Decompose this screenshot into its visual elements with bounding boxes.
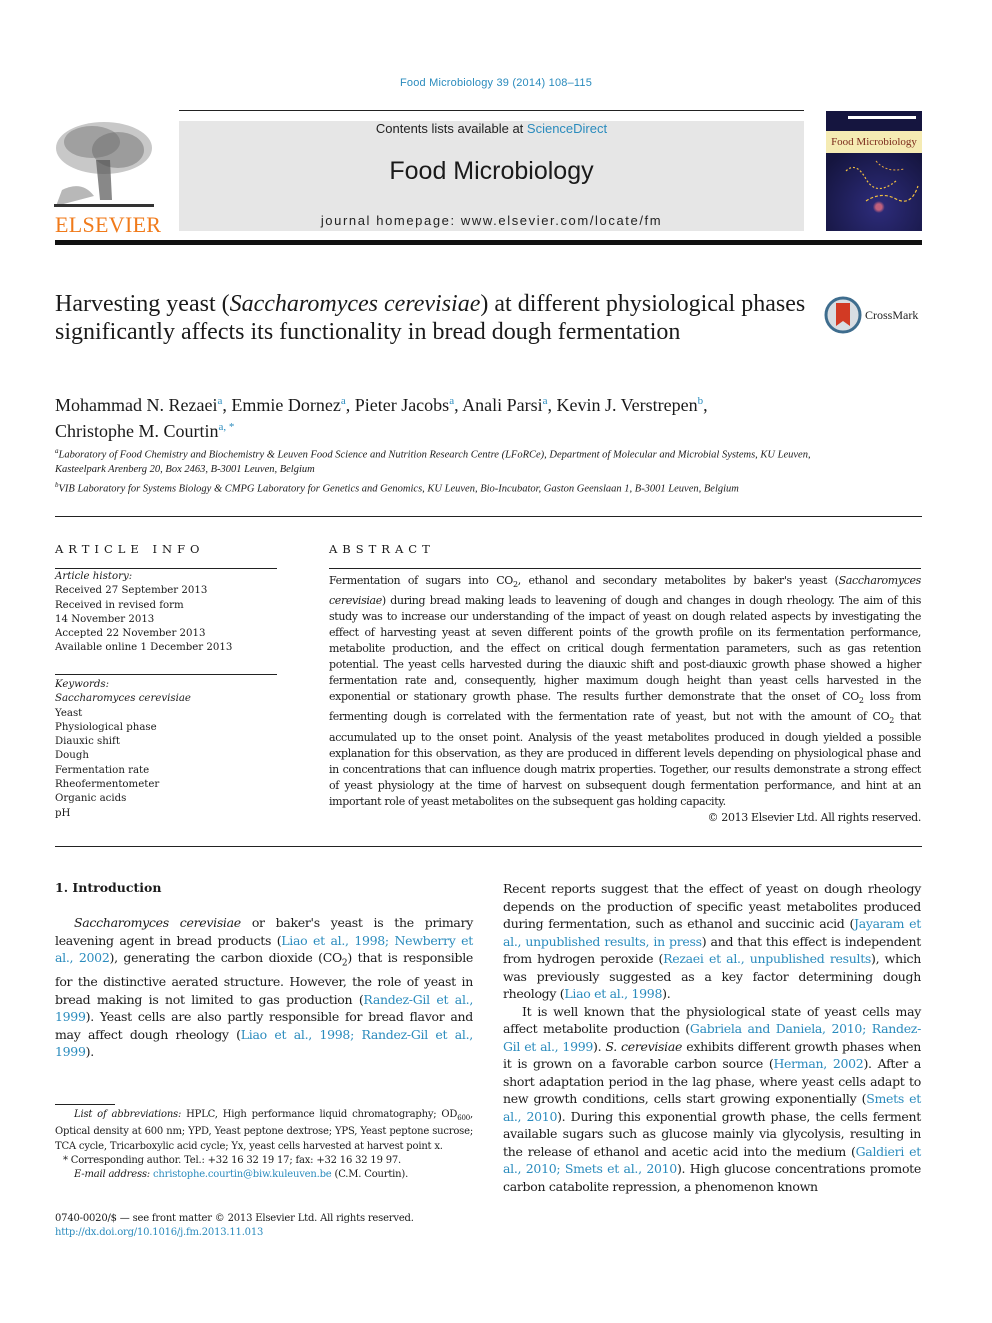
elsevier-tree-logo[interactable] [52, 120, 156, 210]
doi-link[interactable]: http://dx.doi.org/10.1016/j.fm.2013.11.0… [55, 1227, 263, 1238]
journal-cover-thumbnail[interactable]: Food Microbiology [826, 111, 922, 231]
history-list: Received 27 September 2013 Received in re… [55, 584, 277, 655]
author-list: Mohammad N. Rezaeia, Emmie Dorneza, Piet… [55, 395, 708, 441]
footnote-rule [55, 1104, 115, 1105]
keyword-item: Organic acids [55, 793, 127, 805]
keywords-label: Keywords: [55, 679, 110, 690]
author-name[interactable]: Christophe M. Courtin [55, 421, 219, 441]
title-text: Harvesting yeast ( [55, 291, 230, 317]
intro-paragraph-1: Saccharomyces cerevisiae or baker's yeas… [55, 915, 474, 1059]
keyword-item: Yeast [55, 707, 83, 719]
front-matter: 0740-0020/$ — see front matter © 2013 El… [55, 1212, 485, 1241]
header-top-rule [179, 110, 804, 111]
crossmark-icon [824, 296, 862, 334]
email-link[interactable]: christophe.courtin@biw.kuleuven.be [153, 1169, 332, 1180]
affiliation: bVIB Laboratory for Systems Biology & CM… [55, 480, 739, 495]
issn-line: 0740-0020/$ — see front matter © 2013 El… [55, 1213, 414, 1224]
abstract-bottom-rule [55, 846, 922, 847]
corresponding-author: * Corresponding author. Tel.: +32 16 32 … [63, 1154, 402, 1166]
affiliation-rule [55, 516, 922, 517]
section-heading-introduction: 1. Introduction [55, 880, 162, 895]
citation-link[interactable]: Herman, 2002 [773, 1056, 863, 1071]
history-item: 14 November 2013 [55, 613, 155, 625]
keyword-item: Physiological phase [55, 721, 157, 733]
crossmark-badge[interactable]: CrossMark [824, 296, 918, 334]
sciencedirect-link[interactable]: ScienceDirect [527, 121, 607, 136]
history-item: Available online 1 December 2013 [55, 642, 233, 654]
affiliation-marker[interactable]: a [449, 395, 454, 407]
email-line: E-mail address: christophe.courtin@biw.k… [74, 1169, 409, 1181]
keyword-item: Saccharomyces cerevisiae [55, 693, 191, 705]
keyword-item: Rheofermentometer [55, 779, 160, 791]
affiliation: aLaboratory of Food Chemistry and Bioche… [55, 447, 811, 475]
history-item: Accepted 22 November 2013 [55, 628, 206, 640]
history-item: Received in revised form [55, 599, 184, 611]
abbreviations-footnote: List of abbreviations: HPLC, High perfor… [55, 1109, 473, 1152]
journal-homepage[interactable]: journal homepage: www.elsevier.com/locat… [179, 213, 804, 228]
affiliation-marker[interactable]: a [217, 395, 222, 407]
keyword-item: pH [55, 807, 71, 819]
footnotes: List of abbreviations: HPLC, High perfor… [55, 1108, 473, 1182]
affiliation-marker[interactable]: b [698, 395, 704, 407]
article-info-heading: ARTICLE INFO [55, 542, 205, 556]
abstract-text: Fermentation of sugars into CO2, ethanol… [329, 574, 921, 808]
keyword-item: Fermentation rate [55, 764, 150, 776]
elsevier-logo-text: ELSEVIER [55, 212, 162, 237]
abstract-body: Fermentation of sugars into CO2, ethanol… [329, 573, 921, 826]
affiliation-marker[interactable]: a [341, 395, 346, 407]
article-title: Harvesting yeast (Saccharomyces cerevisi… [55, 290, 815, 346]
author-name[interactable]: Anali Parsi [462, 395, 543, 415]
author-name[interactable]: Emmie Dornez [231, 395, 340, 415]
article-info-rule [55, 568, 277, 569]
journal-citation[interactable]: Food Microbiology 39 (2014) 108–115 [0, 77, 992, 89]
affiliation-marker[interactable]: a, * [219, 421, 235, 433]
intro-paragraph-2: Recent reports suggest that the effect o… [503, 881, 922, 1001]
cover-micrograph-icon [845, 160, 919, 202]
affiliations: aLaboratory of Food Chemistry and Bioche… [55, 444, 815, 497]
keyword-item: Dough [55, 750, 89, 762]
article-history: Article history: Received 27 September 2… [55, 570, 277, 656]
crossmark-label: CrossMark [865, 307, 919, 322]
keywords-rule [55, 674, 277, 675]
contents-prefix: Contents lists available at [375, 121, 527, 136]
affiliation-marker[interactable]: a [543, 395, 548, 407]
citation-link[interactable]: Liao et al., 1998 [564, 986, 662, 1001]
citation-link[interactable]: Rezaei et al., unpublished results [663, 951, 871, 966]
author-name[interactable]: Kevin J. Verstrepen [556, 395, 697, 415]
tree-icon [54, 122, 154, 207]
author-name[interactable]: Mohammad N. Rezaei [55, 395, 217, 415]
abstract-copyright: © 2013 Elsevier Ltd. All rights reserved… [707, 810, 922, 824]
keyword-item: Diauxic shift [55, 736, 120, 748]
abstract-heading: ABSTRACT [329, 542, 435, 556]
intro-paragraph-3: It is well known that the physiological … [503, 1003, 922, 1194]
author-name[interactable]: Pieter Jacobs [355, 395, 449, 415]
history-label: Article history: [55, 571, 133, 582]
keywords-block: Keywords: Saccharomyces cerevisiae Yeast P… [55, 678, 277, 821]
abstract-rule [329, 568, 921, 569]
intro-right-column: Recent reports suggest that the effect o… [503, 880, 921, 1195]
contents-line: Contents lists available at ScienceDirec… [179, 121, 804, 136]
title-species: Saccharomyces cerevisiae [229, 291, 481, 317]
journal-citation-link[interactable]: Food Microbiology 39 (2014) 108–115 [400, 77, 592, 89]
keyword-list: Saccharomyces cerevisiae Yeast Physiologic… [55, 692, 277, 821]
history-item: Received 27 September 2013 [55, 585, 208, 597]
journal-title: Food Microbiology [389, 157, 594, 185]
header-bottom-rule [55, 240, 922, 245]
